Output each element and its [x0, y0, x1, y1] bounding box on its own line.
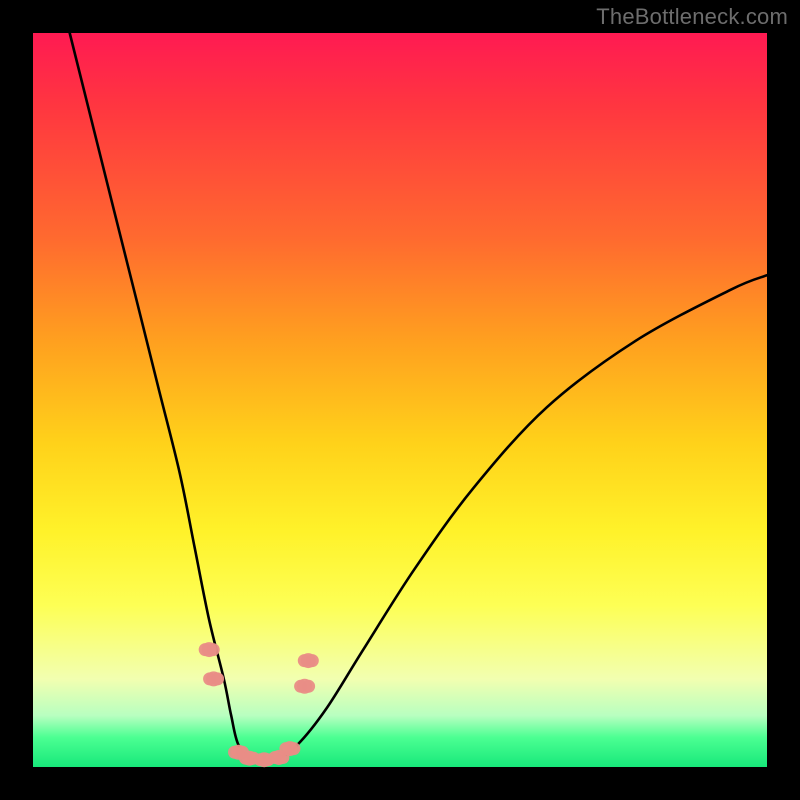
bottleneck-curve	[70, 33, 767, 762]
plot-area	[33, 33, 767, 767]
curve-marker	[298, 653, 319, 668]
curve-marker	[279, 741, 300, 756]
curve-markers	[199, 642, 319, 767]
curve-marker	[294, 679, 315, 694]
chart-frame: TheBottleneck.com	[0, 0, 800, 800]
bottleneck-curve-svg	[33, 33, 767, 767]
curve-marker	[199, 642, 220, 657]
curve-marker	[203, 671, 224, 686]
watermark-text: TheBottleneck.com	[596, 4, 788, 30]
